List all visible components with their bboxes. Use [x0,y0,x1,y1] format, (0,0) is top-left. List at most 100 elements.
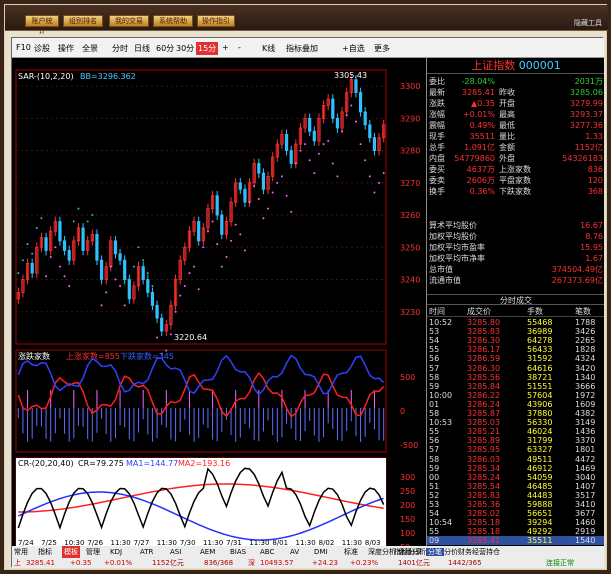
quote-label: 换手 [429,187,445,196]
hide-tools-link[interactable]: 隐藏工具 [574,18,602,28]
tool-intraday[interactable]: 分时 [112,43,128,54]
indicator-tab[interactable]: 深度分析 [368,546,396,558]
stat-value: 16.67 [580,221,603,230]
tick-cell: 37880 [527,409,553,418]
tick-cell: 56330 [527,418,553,428]
chart-area[interactable]: 3230 3240 3250 3260 3270 3280 3290 3300 SAR-(10,… [12,58,424,548]
quote-label: 震幅 [429,121,445,130]
price-axis-label: 3280 [400,147,420,156]
quote-tab[interactable]: 分价 [444,548,458,556]
tick-cell: 56433 [527,345,553,355]
tool-daily[interactable]: 日线 [134,43,150,54]
indicator-tab[interactable]: 指标 [38,546,52,558]
indicator-tab[interactable]: ABC [260,546,274,558]
tick-cell: 01 [429,399,440,409]
indicator-tab[interactable]: DMI [314,546,328,558]
tick-cell: 3286.30 [467,363,501,373]
tick-row: 55 3285.21 46024 1436 [427,427,604,436]
sar-dot [174,310,177,313]
tool-operate[interactable]: 操作 [58,43,74,54]
indicator-tab[interactable]: BIAS [230,546,246,558]
quote-label: 内盘 [429,154,445,163]
tick-cell: 00 [429,472,440,482]
indicator-tab[interactable]: ATR [140,546,153,558]
tool-15min[interactable]: 15分 [196,42,219,55]
tick-row: 00 3285.24 54059 3040 [427,473,604,482]
tick-cell: 56 [429,354,440,364]
sar-dot [280,175,283,178]
sar-dot [276,181,279,184]
sar-dot [304,143,307,146]
tick-cell: 1540 [575,536,596,546]
quote-tab[interactable]: 分笔 [426,548,444,556]
stat-label: 加权平均股价 [429,232,477,241]
tool-zoom-out[interactable]: - [238,43,241,52]
sar-dot [382,172,385,175]
candle [118,253,122,261]
tool-diagnose[interactable]: 诊股 [34,43,50,54]
indicator-tab[interactable]: 管理 [86,546,100,558]
quote-tab[interactable]: 财务 [458,548,472,556]
tick-row: 10:52 3285.80 55468 1788 [427,318,604,327]
quote-row: 涨跌 ▲0.35 开盘 3279.99 [427,98,604,109]
price-axis-label: 3300 [400,82,420,91]
sh-amount: 1152亿元 [152,559,184,567]
indicator-tab[interactable]: AV [290,546,299,558]
guide-button[interactable]: 操作指引 [197,15,235,27]
account-stats-button[interactable]: 账户统计 [25,15,59,35]
quote-value-2: 1152亿 [574,143,603,152]
candle [354,79,358,93]
group-rank-button[interactable]: 组别排名 [63,15,103,27]
tool-panorama[interactable]: 全景 [82,43,98,54]
sar-dot [285,194,288,197]
quote-label-2: 最低 [499,121,515,130]
candle [284,134,289,151]
tool-more[interactable]: 更多 [374,43,390,54]
sar-dot [114,278,117,281]
tick-cell: 1460 [575,518,596,528]
indicator-tab[interactable]: 常用 [14,546,28,558]
indicator-tab[interactable]: ASI [170,546,181,558]
quote-row: 震幅 0.49% 最低 3277.36 [427,120,604,131]
sar-dot [137,246,140,249]
tick-row: 54 3286.30 64278 2265 [427,336,604,345]
sz-change: +24.23 [312,559,338,567]
indicator-tab[interactable]: 模板 [62,546,80,558]
tool-kline[interactable]: K线 [262,43,275,54]
tick-cell: 46024 [527,427,553,437]
quote-label-2: 金额 [499,143,515,152]
quote-value: ▲0.35 [471,99,495,108]
tick-cell: 56651 [527,509,553,519]
indicator-share-button[interactable]: 指标分享 [394,546,422,558]
tool-zoom-in[interactable]: + [222,43,229,52]
tick-cell: 53 [429,500,440,509]
tool-overlay[interactable]: 指标叠加 [286,43,318,54]
quote-tab[interactable]: 经营 [472,548,486,556]
stat-value: 15.95 [580,243,603,252]
tool-f10[interactable]: F10 [16,43,31,52]
sar-dot [364,159,367,162]
quote-value-2: 54326183 [562,154,603,163]
tick-cell: 57 [429,445,440,455]
candle [368,124,372,139]
stat-row: 加权平均市盈率 15.95 [427,242,604,253]
quote-value: -28.04% [461,77,495,86]
tool-add-watch[interactable]: +自选 [342,43,365,54]
tick-cell: 3517 [575,490,596,500]
indicator-tab[interactable]: 标准 [344,546,358,558]
quote-tab[interactable]: 持仓 [486,548,500,556]
tool-30min[interactable]: 30分 [176,43,194,54]
sar-dot [197,288,200,291]
tick-cell: 3285.18 [467,518,501,528]
tick-cell: 1609 [575,399,596,409]
tick-row: 59 3285.84 51551 3666 [427,382,604,391]
candle [141,266,145,280]
tool-60min[interactable]: 60分 [156,43,174,54]
indicator-tab[interactable]: KDJ [110,546,122,558]
my-trade-button[interactable]: 我的交易 [109,15,149,27]
sar-dot [193,265,196,268]
system-help-button[interactable]: 系统帮助 [153,15,193,27]
sar-dot [86,220,89,223]
tick-cell: 3285.87 [467,409,501,418]
indicator-tab[interactable]: AEM [200,546,215,558]
